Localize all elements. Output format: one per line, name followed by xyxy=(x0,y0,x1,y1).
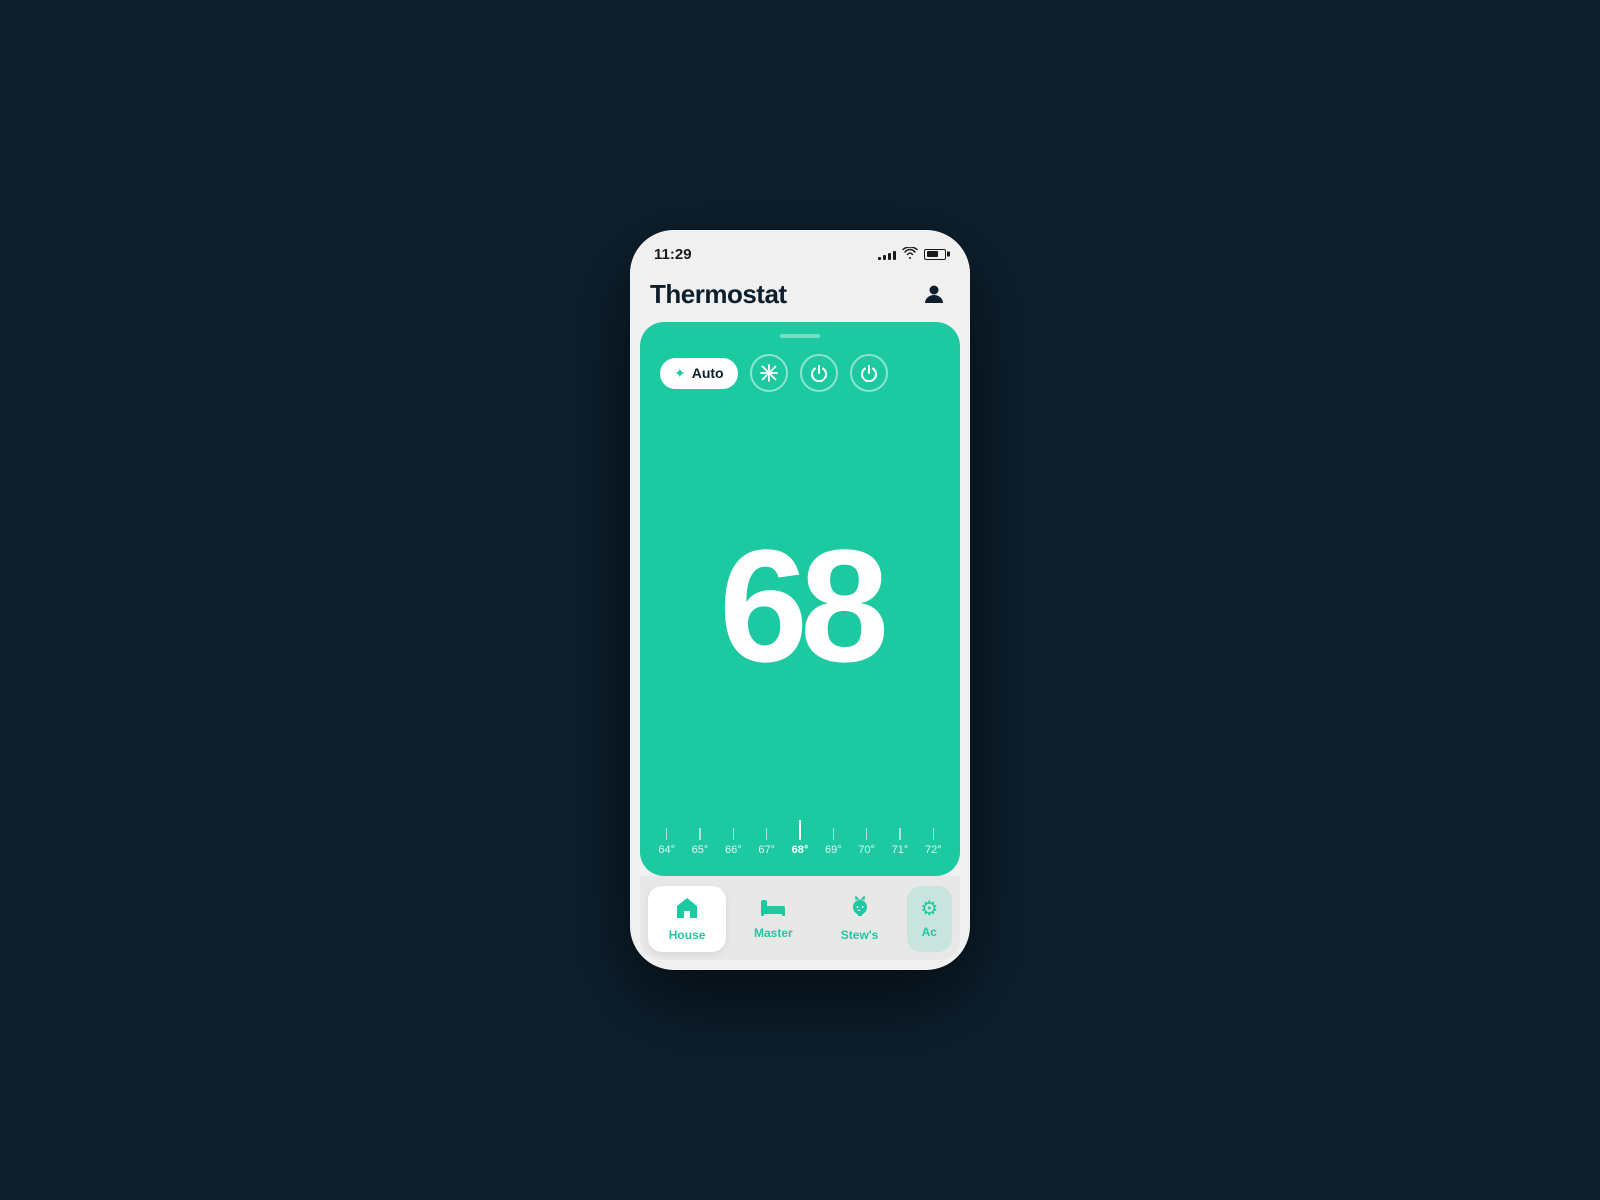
auto-button[interactable]: ✦ Auto xyxy=(660,358,738,389)
tick-label-70: 70° xyxy=(858,844,875,856)
nav-master-label: Master xyxy=(754,926,793,940)
tick-label-68: 68° xyxy=(792,844,809,856)
power-button[interactable] xyxy=(850,354,888,392)
tick-70: 70° xyxy=(850,828,883,856)
tick-68-active: 68° xyxy=(783,820,816,856)
nav-ac-label: Ac xyxy=(922,925,937,939)
tick-label-65: 65° xyxy=(692,844,709,856)
nav-stews[interactable]: Stew's xyxy=(820,886,898,952)
status-bar: 11:29 xyxy=(630,230,970,274)
nav-ac-partial[interactable]: ⚙ Ac xyxy=(907,886,952,952)
snow-mode-button[interactable] xyxy=(750,354,788,392)
profile-button[interactable] xyxy=(918,278,950,310)
tick-label-66: 66° xyxy=(725,844,742,856)
temperature-value: 68 xyxy=(719,526,881,686)
fan-icon: ✦ xyxy=(674,365,686,382)
status-icons xyxy=(878,247,946,262)
house-icon xyxy=(675,896,699,924)
phone-shell: 11:29 Thermostat xyxy=(630,230,970,970)
tick-label-71: 71° xyxy=(892,844,909,856)
bed-icon xyxy=(760,896,786,922)
tick-65: 65° xyxy=(683,828,716,856)
status-time: 11:29 xyxy=(654,246,692,263)
nav-house-label: House xyxy=(669,928,706,942)
tick-69: 69° xyxy=(817,828,850,856)
tick-label-67: 67° xyxy=(758,844,775,856)
mode-controls: ✦ Auto xyxy=(640,338,960,392)
temperature-display: 68 xyxy=(640,392,960,820)
tick-71: 71° xyxy=(883,828,916,856)
temperature-slider[interactable]: 64° 65° 66° 67° 68° xyxy=(640,820,960,876)
app-header: Thermostat xyxy=(630,274,970,322)
tick-label-72: 72° xyxy=(925,844,942,856)
signal-icon xyxy=(878,248,896,260)
ac-icon: ⚙ xyxy=(920,896,938,921)
auto-label: Auto xyxy=(692,365,724,381)
battery-icon xyxy=(924,249,946,260)
tick-label-69: 69° xyxy=(825,844,842,856)
nav-stews-label: Stew's xyxy=(841,928,879,942)
tick-label-64: 64° xyxy=(658,844,675,856)
app-title: Thermostat xyxy=(650,279,787,310)
nav-master[interactable]: Master xyxy=(734,886,812,952)
cat-icon xyxy=(848,896,872,924)
tick-64: 64° xyxy=(650,828,683,856)
wifi-icon xyxy=(902,247,918,262)
tick-67: 67° xyxy=(750,828,783,856)
thermostat-card: ✦ Auto xyxy=(640,322,960,876)
nav-house[interactable]: House xyxy=(648,886,726,952)
tick-72: 72° xyxy=(917,828,950,856)
slider-ticks: 64° 65° 66° 67° 68° xyxy=(640,820,960,856)
tick-66: 66° xyxy=(717,828,750,856)
half-power-button[interactable] xyxy=(800,354,838,392)
